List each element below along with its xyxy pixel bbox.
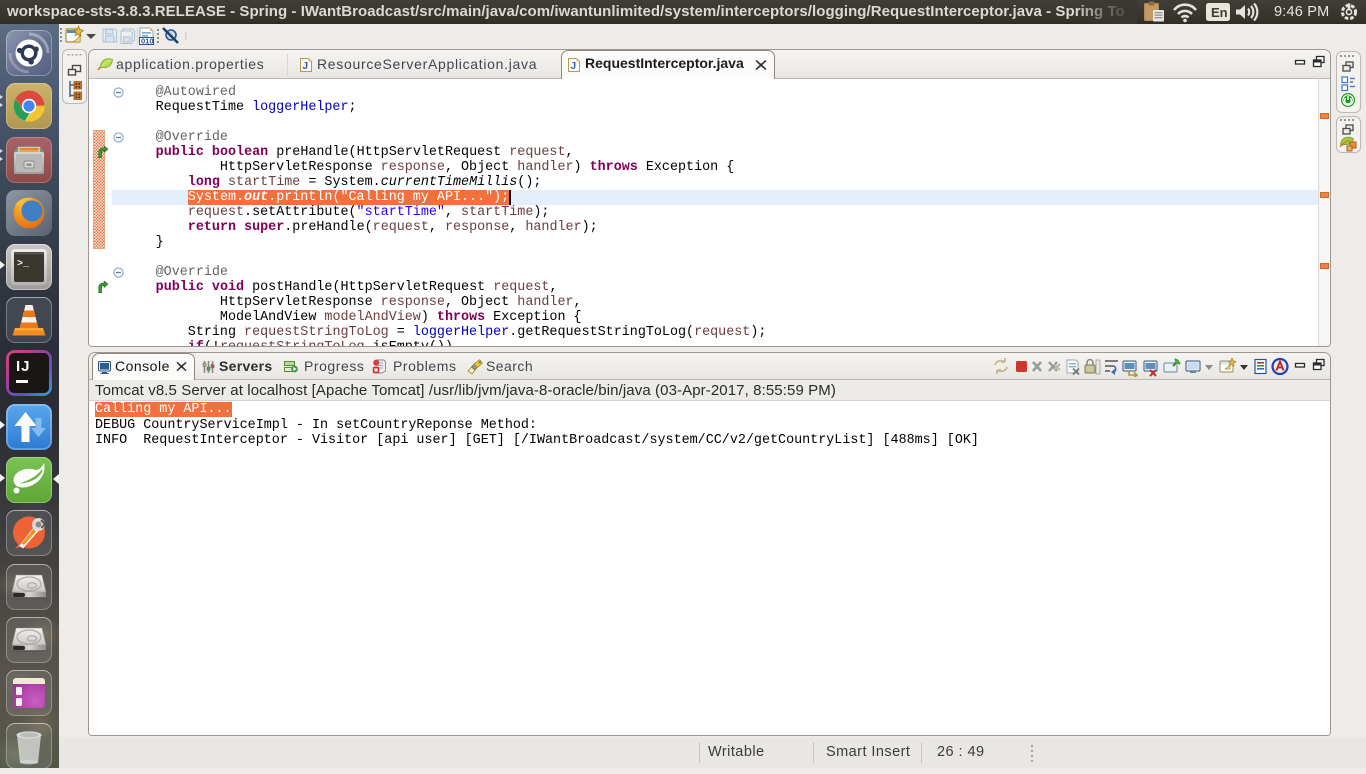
svg-text:010: 010 [141,37,154,46]
svg-text:>_: >_ [17,259,30,270]
svg-text:J: J [571,61,577,72]
svg-text:J: J [303,61,309,72]
svg-text:En: En [1211,5,1228,20]
